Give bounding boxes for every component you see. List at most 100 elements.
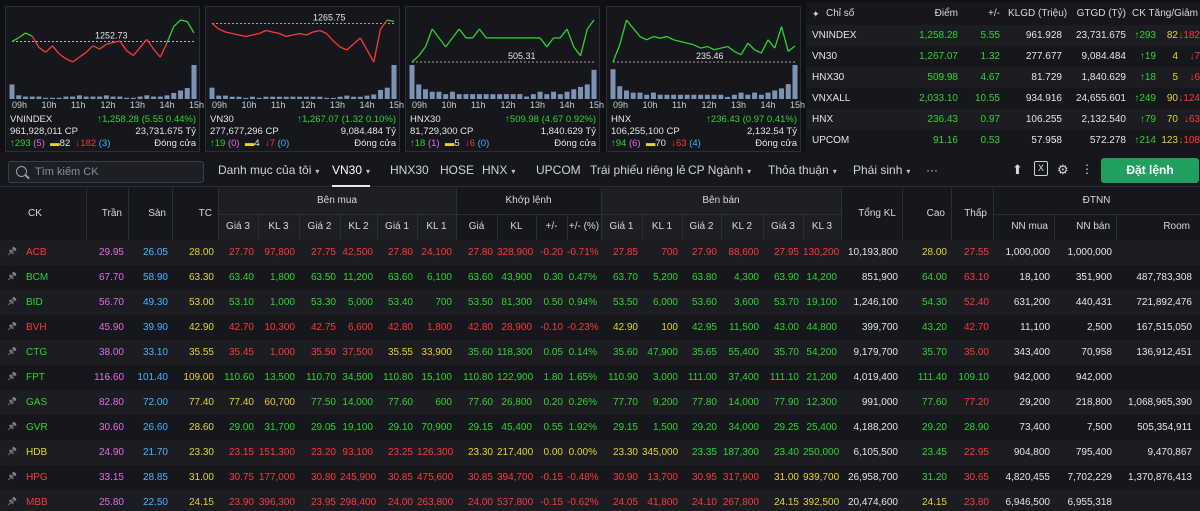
column-header[interactable]: Giá 3 (218, 214, 258, 240)
table-row[interactable]: 📌 GVR 30.60 26.60 28.60 29.00 31,700 29.05 19,10… (0, 415, 1200, 440)
volume-bar (517, 94, 523, 99)
tab-hnx30[interactable]: HNX30 (390, 152, 429, 187)
table-row[interactable]: 📌 ACB 29.95 26.05 28.00 27.70 97,800 27.75 42,50… (0, 240, 1200, 265)
column-header[interactable]: TC (172, 188, 218, 240)
table-cell: 35.50 (310, 347, 336, 358)
table-row[interactable]: 📌 HDB 24.90 21.70 23.30 23.15 151,300 23.20 93,1… (0, 440, 1200, 465)
summary-row-vnindex[interactable]: VNINDEX 1,258.28 5.55 961.928 23,731.675 ↑293… (806, 25, 1200, 47)
stock-symbol[interactable]: CTG (22, 340, 86, 365)
excel-export-icon[interactable]: X (1034, 161, 1048, 176)
stock-symbol[interactable]: GVR (22, 415, 86, 440)
pin-icon[interactable]: 📌 (7, 372, 17, 381)
tab-trái-phiếu-riêng-lẻ[interactable]: Trái phiếu riêng lẻ (590, 152, 686, 187)
pin-icon[interactable]: 📌 (7, 422, 17, 431)
tab-vn30[interactable]: VN30 ▾ (332, 152, 371, 187)
summary-change: 1.32 (980, 51, 1000, 62)
table-row[interactable]: 📌 GAS 82.80 72.00 77.40 77.40 60,700 77.50 14,00… (0, 390, 1200, 415)
tab-hose[interactable]: HOSE (440, 152, 474, 187)
column-header[interactable]: KL 1 (642, 214, 682, 240)
index-chart-hnx[interactable]: 235.46 09h 10h 11h 12h 13h 14h 15h HNX ↑236.43 (0… (606, 6, 805, 152)
summary-row-hnx[interactable]: HNX 236.43 0.97 106.255 2,132.540 ↑79 70 ↓63 (806, 109, 1200, 131)
column-header[interactable]: +/- (%) (567, 214, 601, 240)
summary-row-upcom[interactable]: UPCOM 91.16 0.53 57.958 572.278 ↑214 123 ↓108 (806, 130, 1200, 152)
column-header[interactable]: KL 1 (417, 214, 456, 240)
tab-phái-sinh[interactable]: Phái sinh ▾ (853, 152, 910, 187)
stock-symbol[interactable]: BVH (22, 315, 86, 340)
column-header[interactable]: Thấp (951, 188, 993, 240)
stock-symbol[interactable]: HPG (22, 465, 86, 490)
summary-row-vnxall[interactable]: VNXALL 2,033.10 10.55 934.916 24,655.601 ↑249… (806, 88, 1200, 110)
pin-icon[interactable]: 📌 (7, 347, 17, 356)
stock-symbol[interactable]: HDB (22, 440, 86, 465)
column-header[interactable]: Sàn (128, 188, 172, 240)
summary-change: 5.55 (980, 30, 1000, 41)
table-row[interactable]: 📌 BCM 67.70 58.90 63.30 63.40 1,800 63.50 11,200… (0, 265, 1200, 290)
table-row[interactable]: 📌 BID 56.70 49.30 53.00 53.10 1,000 53.30 5,000 5… (0, 290, 1200, 315)
tab-hnx[interactable]: HNX ▾ (482, 152, 515, 187)
pin-icon[interactable]: 📌 (7, 497, 17, 506)
price-line-segment (359, 37, 368, 51)
column-header[interactable]: KL 2 (340, 214, 377, 240)
upload-icon[interactable]: ⬆ (1012, 162, 1023, 178)
place-order-button[interactable]: Đặt lệnh (1101, 158, 1199, 183)
pin-icon[interactable]: ✦ (812, 2, 820, 24)
pin-icon[interactable]: 📌 (7, 447, 17, 456)
column-header[interactable]: Trần (86, 188, 128, 240)
search-input[interactable]: Tìm kiếm CK (8, 161, 204, 183)
tab-thỏa-thuận[interactable]: Thỏa thuận ▾ (768, 152, 837, 187)
table-cell: 35.55 (387, 347, 413, 358)
stock-symbol[interactable]: FPT (22, 365, 86, 390)
table-row[interactable]: 📌 FPT 116.60 101.40 109.00 110.60 13,500 110.70… (0, 365, 1200, 390)
tab--[interactable]: ··· (926, 152, 938, 187)
tab-danh-mục-của-tôi[interactable]: Danh mục của tôi ▾ (218, 152, 319, 187)
table-row[interactable]: 📌 MBB 25.80 22.50 24.15 23.90 396,300 23.95 298,… (0, 490, 1200, 511)
table-cell: -0.48% (567, 472, 599, 483)
column-header[interactable]: KL 3 (258, 214, 299, 240)
time-tick: 14h (159, 100, 175, 110)
summary-row-hnx30[interactable]: HNX30 509.98 4.67 81.729 1,840.629 ↑18 5 ↓6 (806, 67, 1200, 89)
pin-icon[interactable]: 📌 (7, 247, 17, 256)
stock-symbol[interactable]: BCM (22, 265, 86, 290)
column-header[interactable]: Giá 1 (601, 214, 642, 240)
stock-symbol[interactable]: GAS (22, 390, 86, 415)
column-header[interactable]: Giá 1 (377, 214, 417, 240)
column-header[interactable]: Cao (902, 188, 951, 240)
table-row[interactable]: 📌 HPG 33.15 28.85 31.00 30.75 177,000 30.80 245,… (0, 465, 1200, 490)
column-header[interactable]: Room (1116, 214, 1196, 240)
column-header[interactable]: Giá 2 (682, 214, 721, 240)
column-header[interactable]: NN mua (993, 214, 1054, 240)
pin-icon[interactable]: 📌 (7, 272, 17, 281)
stock-symbol[interactable]: MBB (22, 490, 86, 511)
stock-symbol[interactable]: BID (22, 290, 86, 315)
summary-row-vn30[interactable]: VN30 1,267.07 1.32 277.677 9,084.484 ↑19 4 ↓7 (806, 46, 1200, 68)
price-line-segment (173, 19, 181, 27)
gear-icon[interactable]: ⚙ (1057, 162, 1069, 178)
index-chart-hnx30[interactable]: 505.31 09h 10h 11h 12h 13h 14h 15h HNX30 ↑509.98 … (405, 6, 604, 152)
column-header[interactable]: Giá 2 (299, 214, 340, 240)
pin-icon[interactable]: 📌 (7, 297, 17, 306)
pin-icon[interactable]: 📌 (7, 322, 17, 331)
column-header[interactable]: Tổng KL (841, 188, 902, 240)
index-chart-vnindex[interactable]: 1252.73 09h 10h 11h 12h 13h 14h 15h VNINDEX ↑1,25… (5, 6, 204, 152)
price-line-segment (139, 38, 148, 48)
pin-icon[interactable]: 📌 (7, 472, 17, 481)
column-header[interactable]: Giá 3 (763, 214, 803, 240)
column-header[interactable]: KL (497, 214, 536, 240)
more-vertical-icon[interactable]: ⋮ (1081, 162, 1093, 176)
table-cell: 26,800 (501, 397, 532, 408)
volume-bar (184, 88, 190, 99)
table-row[interactable]: 📌 CTG 38.00 33.10 35.55 35.45 1,000 35.50 37,500… (0, 340, 1200, 365)
column-header[interactable]: NN bán (1054, 214, 1116, 240)
column-header[interactable]: CK (0, 188, 86, 240)
column-header[interactable]: KL 2 (721, 214, 763, 240)
tab-upcom[interactable]: UPCOM (536, 152, 581, 187)
column-header[interactable]: Giá (456, 214, 497, 240)
table-row[interactable]: 📌 BVH 45.90 39.90 42.90 42.70 10,300 42.75 6,600… (0, 315, 1200, 340)
index-chart-vn30[interactable]: 1265.75 09h 10h 11h 12h 13h 14h 15h VN30 ↑1,267.0… (205, 6, 404, 152)
stock-symbol[interactable]: ACB (22, 240, 86, 265)
column-header[interactable]: KL 3 (803, 214, 841, 240)
pin-icon[interactable]: 📌 (7, 397, 17, 406)
column-header[interactable]: +/- (536, 214, 567, 240)
tab-cp-ngành[interactable]: CP Ngành ▾ (688, 152, 751, 187)
table-cell: 26.60 (142, 422, 168, 433)
